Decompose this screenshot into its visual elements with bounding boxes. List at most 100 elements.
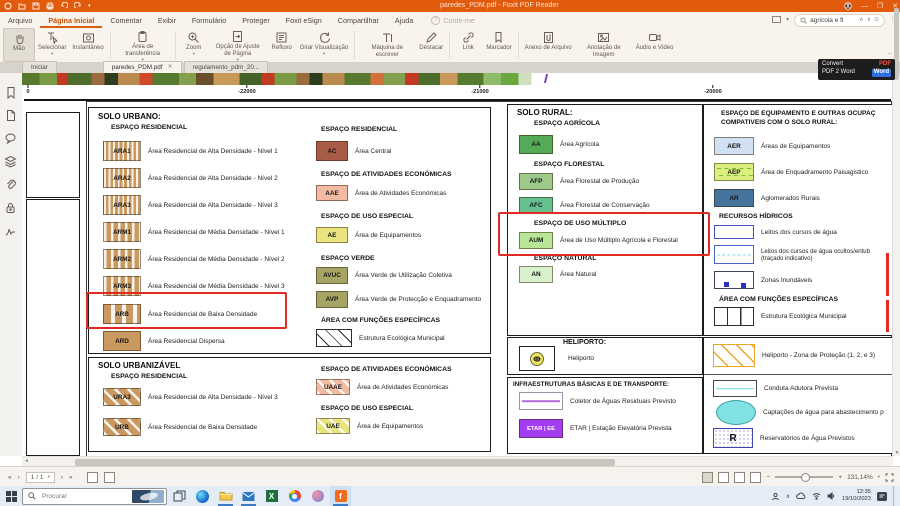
zoom-slider-knob[interactable]: [801, 473, 810, 482]
next-match-icon[interactable]: ∨: [867, 17, 871, 23]
fit-page-button[interactable]: Opção de Ajuste de Página▾: [209, 28, 267, 62]
close-tab-icon[interactable]: ✕: [168, 62, 173, 73]
menu-tab-compartilhar[interactable]: Compartilhar: [330, 13, 387, 28]
menu-tab-proteger[interactable]: Proteger: [234, 13, 278, 28]
undo-icon[interactable]: [60, 2, 68, 10]
select-text-icon: [46, 30, 59, 44]
convert-pdf-ad[interactable]: ConvertPDF PDF 2 WordWord: [818, 59, 895, 80]
bookmarks-panel-icon[interactable]: [4, 86, 17, 99]
menu-tab-foxit-esign[interactable]: Foxit eSign: [278, 13, 330, 28]
taskbar-search[interactable]: [22, 488, 167, 505]
scroll-down-icon[interactable]: ▼: [895, 450, 900, 456]
signature-panel-icon[interactable]: [4, 224, 17, 237]
layers-panel-icon[interactable]: [4, 155, 17, 168]
snapshot-button[interactable]: Instantâneo: [69, 28, 106, 62]
doc-tab-iniciar[interactable]: Iniciar: [22, 61, 57, 73]
redo-icon[interactable]: [74, 2, 82, 10]
save-icon[interactable]: [32, 2, 40, 10]
customize-caret-icon[interactable]: ▾: [88, 3, 91, 9]
zoom-slider[interactable]: [775, 476, 833, 478]
comments-panel-icon[interactable]: [4, 132, 17, 145]
minimize-button[interactable]: —: [861, 3, 868, 10]
zoom-caret-icon[interactable]: ▾: [878, 474, 880, 480]
open-icon[interactable]: [18, 2, 26, 10]
equipamento-title: ESPAÇO DE EQUIPAMENTO E OUTRAS OCUPAÇ: [721, 110, 875, 117]
chrome-icon[interactable]: [284, 486, 305, 506]
view-layout-2-icon[interactable]: [718, 472, 729, 483]
highlight-button[interactable]: Destacar: [416, 28, 446, 62]
legend-row: Estrutura Ecológica Municipal: [316, 329, 445, 347]
account-icon[interactable]: [844, 2, 852, 10]
menu-tab-arquivo[interactable]: Arquivo: [0, 13, 40, 28]
view-layout-4-icon[interactable]: [750, 472, 761, 483]
menu-tab-formulario[interactable]: Formulário: [184, 13, 234, 28]
red-annotation-arb[interactable]: [86, 292, 287, 329]
foxit-icon[interactable]: f: [330, 486, 351, 506]
file-attach-button[interactable]: Anexo de Arquivo: [522, 28, 575, 62]
notification-icon[interactable]: [877, 492, 887, 501]
photos-icon[interactable]: [307, 486, 328, 506]
typewriter-button[interactable]: Máquina de escrever: [358, 28, 416, 62]
taskbar-search-input[interactable]: [40, 492, 128, 501]
clock[interactable]: 12:3519/10/2023: [842, 489, 871, 503]
view-mode-caret-icon[interactable]: ▾: [786, 17, 789, 23]
view-layout-1-icon[interactable]: [702, 472, 713, 483]
search-settings-icon[interactable]: ⊙: [874, 17, 879, 23]
page-indicator[interactable]: 1 / 1▾: [26, 472, 55, 483]
zoom-button[interactable]: Zoom▾: [179, 28, 209, 62]
fit-screen-icon[interactable]: [885, 473, 894, 482]
clipboard-button[interactable]: Área de transferência▾: [114, 28, 172, 62]
prev-page-button[interactable]: ‹: [18, 474, 20, 481]
zoom-out-button[interactable]: −: [766, 474, 770, 481]
menu-tab-exibir[interactable]: Exibir: [150, 13, 184, 28]
bookmark-button[interactable]: Marcador: [483, 28, 514, 62]
rotate-view-button[interactable]: Girar Visualização▾: [297, 28, 352, 62]
show-desktop-button[interactable]: [893, 486, 897, 506]
doc-tab-regulamento[interactable]: regulamento_pdm_20...: [184, 61, 269, 73]
tray-volume-icon[interactable]: [827, 492, 836, 500]
vertical-scrollbar[interactable]: ▲ ▼: [892, 73, 900, 456]
view-layout-3-icon[interactable]: [734, 472, 745, 483]
tellme-search[interactable]: ?Conte-me: [431, 16, 475, 25]
print-icon[interactable]: [46, 2, 54, 10]
tray-cloud-icon[interactable]: [796, 492, 806, 500]
ribbon-collapse-icon[interactable]: ⌃: [887, 52, 892, 59]
hand-tool-button[interactable]: Mão: [3, 28, 35, 62]
start-button[interactable]: [0, 486, 22, 506]
zoom-in-button[interactable]: +: [838, 474, 842, 481]
explorer-icon[interactable]: [215, 486, 236, 506]
menu-tab-pagina-inicial[interactable]: Página Inicial: [40, 13, 102, 28]
tray-wifi-icon[interactable]: [812, 492, 821, 500]
scroll-left-icon[interactable]: ◄: [24, 458, 29, 464]
task-view-button[interactable]: [169, 486, 190, 506]
prev-match-icon[interactable]: ∧: [859, 17, 863, 23]
continuous-view-icon[interactable]: [104, 472, 115, 483]
pages-panel-icon[interactable]: [4, 109, 17, 122]
image-annotation-button[interactable]: Anotação de Imagem: [575, 28, 633, 62]
single-page-view-icon[interactable]: [87, 472, 98, 483]
security-panel-icon[interactable]: [4, 201, 17, 214]
audio-video-button[interactable]: Áudio e Vídeo: [633, 28, 677, 62]
edge-icon[interactable]: [192, 486, 213, 506]
doc-tab-paredes-pdm[interactable]: paredes_PDM.pdf✕: [103, 61, 182, 73]
menu-tab-ajuda[interactable]: Ajuda: [387, 13, 421, 28]
next-page-button[interactable]: ›: [61, 474, 63, 481]
tray-people-icon[interactable]: [771, 492, 780, 501]
menu-tab-comentar[interactable]: Comentar: [102, 13, 150, 28]
search-input[interactable]: [810, 17, 856, 24]
zoom-level[interactable]: 131,14%: [847, 474, 873, 481]
maximize-button[interactable]: ❐: [877, 2, 883, 10]
excel-icon[interactable]: X: [261, 486, 282, 506]
select-tool-button[interactable]: Selecionar▾: [35, 28, 69, 62]
tray-chevron-icon[interactable]: ∧: [786, 493, 790, 500]
search-highlight-image[interactable]: [132, 490, 164, 503]
red-annotation-aum[interactable]: [498, 212, 710, 256]
mail-icon[interactable]: [238, 486, 259, 506]
first-page-button[interactable]: «: [8, 474, 12, 481]
view-mode-icon[interactable]: [772, 16, 781, 24]
reflow-button[interactable]: Refluxo: [267, 28, 297, 62]
last-page-button[interactable]: »: [69, 474, 73, 481]
attachments-panel-icon[interactable]: [4, 178, 17, 191]
link-button[interactable]: Link: [453, 28, 483, 62]
horizontal-scroll-thumb[interactable]: [75, 459, 615, 466]
